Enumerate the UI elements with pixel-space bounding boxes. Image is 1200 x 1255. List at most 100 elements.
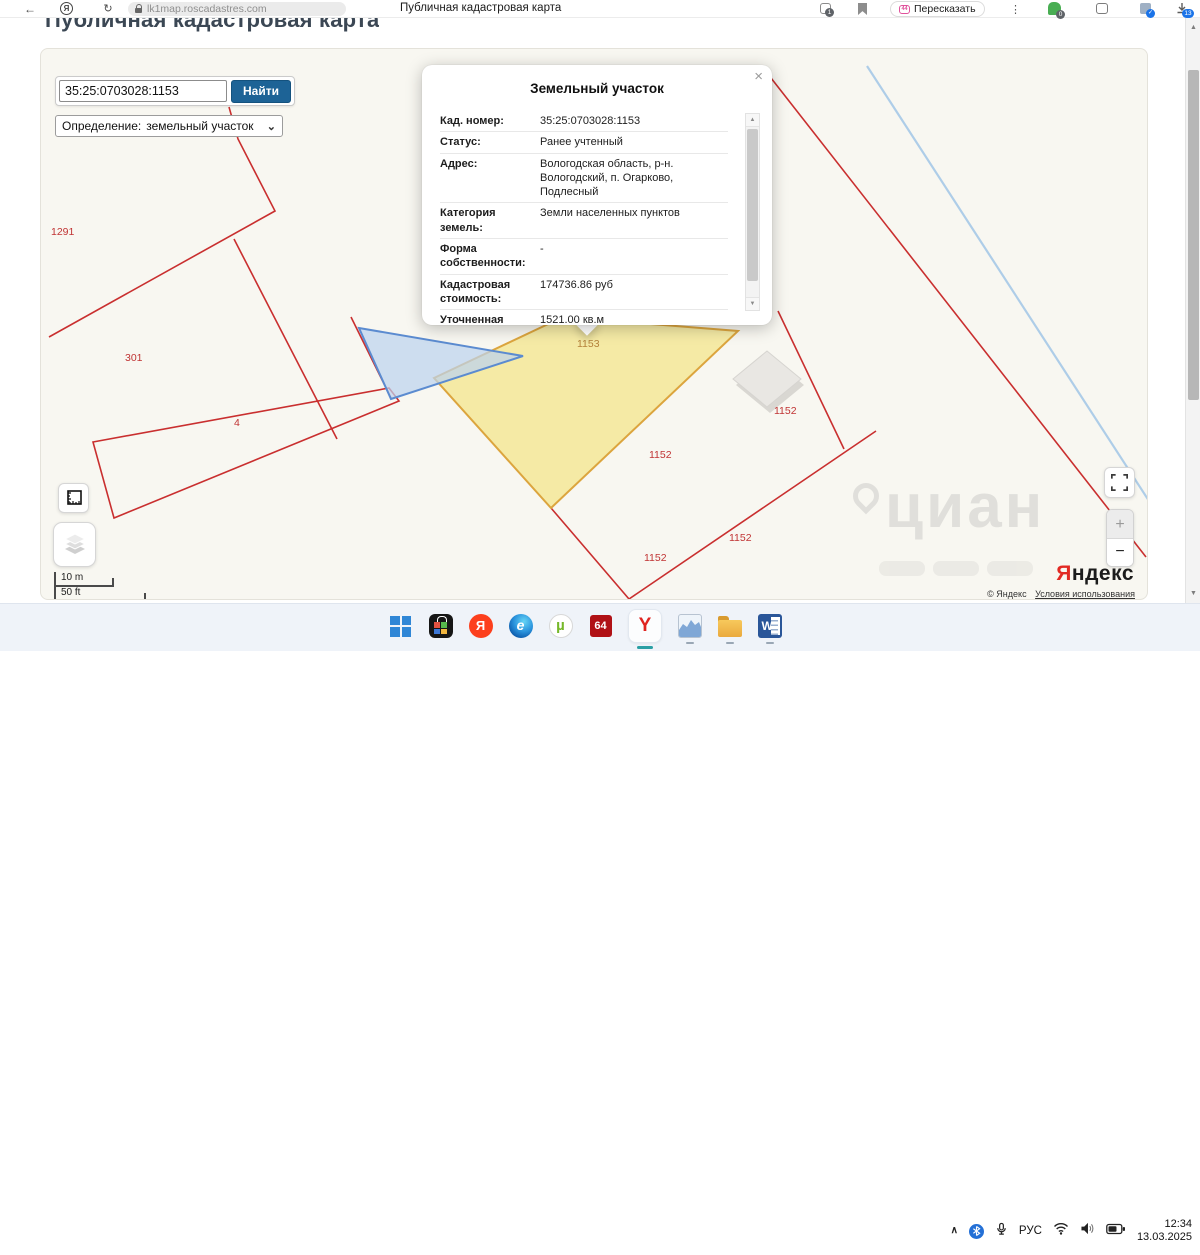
- table-row: Уточненная площадь: 1521.00 кв.м: [440, 310, 728, 325]
- utorrent-button[interactable]: µ: [548, 614, 573, 645]
- reload-icon[interactable]: ↻: [100, 0, 116, 18]
- extensions-icon[interactable]: [1096, 3, 1108, 14]
- table-row: Кадастровая стоимость: 174736.86 руб: [440, 275, 728, 311]
- popup-title: Земельный участок: [422, 81, 772, 96]
- scroll-down-icon[interactable]: ▼: [1186, 590, 1200, 597]
- yandex-browser-icon: Y: [639, 615, 652, 637]
- start-button[interactable]: [388, 614, 413, 645]
- pin-icon: [848, 478, 885, 515]
- time-text: 12:34: [1137, 1218, 1192, 1232]
- active-app-tile: Y: [628, 609, 662, 643]
- object-type-label: Определение:: [62, 119, 141, 133]
- table-row: Категория земель: Земли населенных пункт…: [440, 203, 728, 239]
- store-icon: [429, 614, 453, 638]
- yandex-app-button[interactable]: Я: [468, 614, 493, 645]
- bookmark-icon[interactable]: [858, 3, 867, 15]
- edge-icon: e: [509, 614, 533, 638]
- task-manager-button[interactable]: [677, 614, 702, 645]
- popup-scrollbar[interactable]: ▲ ▼: [745, 113, 760, 311]
- parcel-label-1152-c: 1152: [729, 532, 752, 544]
- folder-icon: [718, 620, 742, 637]
- yandex-services-icon[interactable]: Я: [60, 2, 73, 15]
- ruler-icon: [64, 488, 84, 508]
- yandex-logo: Яндекс: [1056, 562, 1134, 586]
- date-text: 13.03.2025: [1137, 1231, 1192, 1245]
- clock[interactable]: 12:34 13.03.2025: [1137, 1218, 1192, 1245]
- retell-button[interactable]: 44 Пересказать: [890, 1, 985, 17]
- utorrent-icon: µ: [549, 614, 573, 638]
- collections-icon[interactable]: 1: [820, 3, 831, 14]
- parcel-label-1291: 1291: [51, 226, 74, 238]
- table-row: Кад. номер: 35:25:0703028:1153: [440, 111, 728, 132]
- yandex-icon: Я: [469, 614, 493, 638]
- wifi-icon[interactable]: [1053, 1222, 1069, 1240]
- parcel-details-table: Кад. номер: 35:25:0703028:1153 Статус: Р…: [440, 111, 728, 325]
- messenger-icon[interactable]: 0: [1048, 2, 1061, 15]
- tray-overflow-icon[interactable]: ∧: [951, 1225, 958, 1236]
- edge-button[interactable]: e: [508, 614, 533, 645]
- aida64-icon: 64: [590, 615, 612, 637]
- object-type-value: земельный участок: [146, 119, 267, 133]
- downloads-badge: 13: [1182, 9, 1194, 18]
- messenger-badge: 0: [1056, 10, 1065, 19]
- watermark-subline: [879, 561, 1033, 576]
- parcel-label-301: 301: [125, 352, 143, 364]
- measure-button[interactable]: [58, 483, 89, 513]
- table-row: Форма собственности: -: [440, 239, 728, 275]
- collections-badge: 1: [825, 8, 834, 17]
- building-footprint: [733, 351, 804, 413]
- back-icon[interactable]: ←: [22, 0, 38, 18]
- lock-icon: [135, 8, 142, 13]
- page-scrollbar[interactable]: ▲ ▼: [1185, 18, 1200, 603]
- object-type-select[interactable]: Определение: земельный участок ⌄: [55, 115, 283, 137]
- tab-title: Публичная кадастровая карта: [400, 2, 561, 14]
- table-row: Адрес: Вологодская область, р-н. Вологод…: [440, 154, 728, 204]
- layers-button[interactable]: [53, 522, 96, 567]
- scroll-down-icon[interactable]: ▼: [746, 297, 759, 310]
- fullscreen-button[interactable]: [1104, 467, 1135, 498]
- map-scale: 10 m 50 ft: [54, 572, 149, 600]
- copyright-text: © Яндекс: [987, 589, 1026, 599]
- parcel-info-popup: × Земельный участок Кад. номер: 35:25:07…: [422, 65, 772, 325]
- chevron-down-icon: ⌄: [267, 120, 276, 133]
- language-indicator[interactable]: РУС: [1019, 1225, 1042, 1237]
- cian-watermark: циан: [853, 477, 1045, 537]
- windows-icon: [390, 616, 411, 637]
- taskbar: Я e µ 64 Y: [0, 603, 1200, 651]
- search-button[interactable]: Найти: [231, 80, 291, 103]
- browser-toolbar: ← Я ↻ lk1map.roscadastres.com Публичная …: [0, 0, 1200, 18]
- search-input[interactable]: [59, 80, 227, 102]
- close-icon[interactable]: ×: [754, 69, 763, 84]
- scrollbar-thumb[interactable]: [747, 129, 758, 281]
- store-button[interactable]: [428, 614, 453, 645]
- speaker-icon[interactable]: [1080, 1222, 1095, 1240]
- url-text: lk1map.roscadastres.com: [147, 3, 267, 15]
- taskbar-icons: Я e µ 64 Y: [388, 609, 782, 649]
- parcel-label-4: 4: [234, 417, 240, 429]
- yandex-browser-button[interactable]: Y: [628, 609, 662, 649]
- scrollbar-thumb[interactable]: [1188, 70, 1199, 400]
- road-line: [867, 66, 1148, 501]
- scale-metric: 10 m: [61, 572, 83, 583]
- parcel-label-1152-d: 1152: [644, 552, 667, 564]
- word-button[interactable]: W: [757, 614, 782, 645]
- battery-icon[interactable]: [1106, 1222, 1126, 1240]
- zoom-in-button[interactable]: +: [1107, 510, 1133, 539]
- scroll-up-icon[interactable]: ▲: [746, 114, 759, 127]
- scroll-up-icon[interactable]: ▲: [1186, 24, 1200, 31]
- terms-link[interactable]: Условия использования: [1035, 589, 1135, 599]
- file-explorer-button[interactable]: [717, 614, 742, 645]
- aida64-button[interactable]: 64: [588, 614, 613, 645]
- downloads-icon[interactable]: 13: [1176, 2, 1188, 14]
- address-bar[interactable]: lk1map.roscadastres.com: [128, 2, 346, 16]
- scale-imperial: 50 ft: [61, 587, 80, 598]
- desktop: { "browser": { "url": "lk1map.roscadastr…: [0, 0, 1200, 651]
- sync-icon[interactable]: ✓: [1140, 3, 1151, 14]
- bluetooth-icon[interactable]: [969, 1224, 984, 1239]
- word-icon: W: [758, 614, 782, 638]
- microphone-icon[interactable]: [995, 1222, 1008, 1241]
- fullscreen-icon: [1111, 474, 1128, 491]
- browser-menu-icon[interactable]: ⋮: [1010, 1, 1021, 19]
- table-row: Статус: Ранее учтенный: [440, 132, 728, 153]
- performance-chart-icon: [678, 614, 702, 638]
